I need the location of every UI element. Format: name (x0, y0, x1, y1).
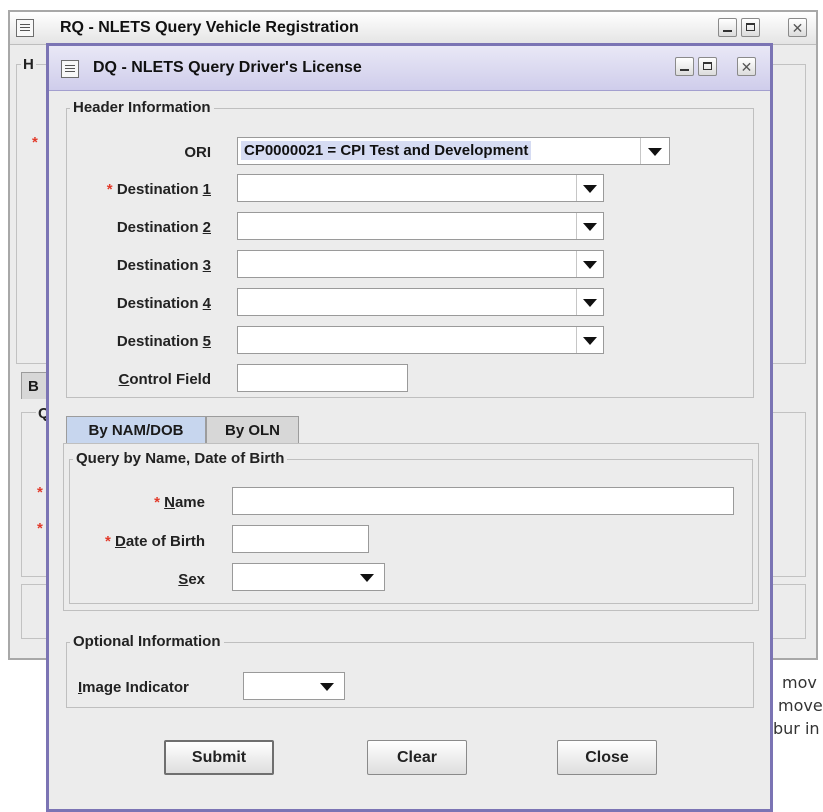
dialog-titlebar[interactable]: DQ - NLETS Query Driver's License ✕ (49, 46, 770, 91)
destination-3-key: 3 (202, 257, 211, 274)
destination-5-key: 5 (202, 333, 211, 350)
control-field-rest: ontrol Field (129, 371, 211, 388)
maximize-icon[interactable] (741, 18, 760, 37)
minimize-icon[interactable] (718, 18, 737, 37)
dropdown-arrow-icon[interactable] (648, 148, 662, 156)
required-marker: * (37, 484, 43, 501)
close-icon[interactable]: ✕ (788, 18, 807, 37)
background-text-2: move (778, 696, 823, 715)
combo-separator (640, 138, 641, 164)
destination-3-prefix: Destination (116, 257, 203, 274)
ori-label: ORI (184, 144, 211, 161)
background-text-1: mov (782, 673, 817, 692)
destination-5-label: Destination 5 (69, 333, 211, 350)
back-window-titlebar[interactable]: RQ - NLETS Query Vehicle Registration ✕ (10, 12, 816, 45)
clear-button[interactable]: Clear (367, 740, 467, 775)
name-input[interactable] (232, 487, 734, 515)
name-rest: ame (174, 494, 205, 511)
control-field-label: Control Field (69, 371, 211, 388)
destination-1-prefix: Destination (116, 181, 203, 198)
image-indicator-rest: mage Indicator (82, 679, 189, 696)
window-menu-icon[interactable] (61, 60, 79, 78)
required-marker: * (37, 520, 43, 537)
destination-2-key: 2 (202, 219, 211, 236)
name-key: N (164, 494, 175, 511)
destination-4-prefix: Destination (116, 295, 203, 312)
ori-selected-value: CP0000021 = CPI Test and Development (241, 141, 532, 160)
tab-by-nam-dob-label: By NAM/DOB (88, 421, 184, 439)
background-text-3: bur in (773, 719, 820, 738)
window-menu-icon[interactable] (16, 19, 34, 37)
destination-2-prefix: Destination (116, 219, 203, 236)
sex-key: S (178, 571, 189, 588)
minimize-icon[interactable] (675, 57, 694, 76)
tab-by-nam-dob[interactable]: By NAM/DOB (66, 416, 206, 443)
maximize-icon[interactable] (698, 57, 717, 76)
dropdown-arrow-icon[interactable] (583, 299, 597, 307)
destination-1-key: 1 (202, 181, 211, 198)
dropdown-arrow-icon[interactable] (583, 337, 597, 345)
dropdown-arrow-icon[interactable] (583, 261, 597, 269)
destination-5-prefix: Destination (116, 333, 203, 350)
required-marker: * (106, 181, 113, 198)
destination-2-select[interactable] (237, 212, 604, 240)
sex-select[interactable] (232, 563, 385, 591)
destination-1-label: * Destination 1 (69, 181, 211, 198)
combo-separator (576, 175, 577, 201)
dob-key: D (114, 533, 126, 550)
tab-by-oln[interactable]: By OLN (206, 416, 299, 443)
dialog-title: DQ - NLETS Query Driver's License (93, 59, 362, 76)
combo-separator (576, 327, 577, 353)
required-marker: * (32, 134, 38, 151)
combo-separator (576, 213, 577, 239)
header-information-label: Header Information (70, 99, 214, 116)
query-by-name-dob-label: Query by Name, Date of Birth (73, 450, 288, 467)
submit-button[interactable]: Submit (164, 740, 274, 775)
destination-2-label: Destination 2 (69, 219, 211, 236)
destination-3-select[interactable] (237, 250, 604, 278)
control-field-key: C (118, 371, 130, 388)
dob-rest: ate of Birth (125, 533, 205, 550)
drivers-license-query-dialog[interactable]: DQ - NLETS Query Driver's License ✕ Head… (46, 43, 773, 812)
close-button[interactable]: Close (557, 740, 657, 775)
optional-information-group (66, 642, 754, 708)
image-indicator-select[interactable] (243, 672, 345, 700)
destination-1-select[interactable] (237, 174, 604, 202)
combo-separator (576, 251, 577, 277)
sex-label: Sex (69, 571, 205, 588)
combo-separator (576, 289, 577, 315)
dropdown-arrow-icon[interactable] (320, 683, 334, 691)
required-marker: * (154, 494, 160, 511)
required-marker: * (104, 533, 111, 550)
back-header-group-label: H (21, 56, 36, 73)
date-of-birth-label: * Date of Birth (69, 533, 205, 550)
optional-information-label: Optional Information (70, 633, 224, 650)
dropdown-arrow-icon[interactable] (583, 185, 597, 193)
destination-4-label: Destination 4 (69, 295, 211, 312)
destination-4-key: 4 (202, 295, 211, 312)
tab-by-oln-label: By OLN (224, 421, 280, 439)
control-field-input[interactable] (237, 364, 408, 392)
back-tab-label: B (28, 377, 39, 395)
ori-select[interactable]: CP0000021 = CPI Test and Development (237, 137, 670, 165)
image-indicator-label: Image Indicator (78, 679, 189, 696)
destination-3-label: Destination 3 (69, 257, 211, 274)
sex-rest: ex (188, 571, 205, 588)
destination-4-select[interactable] (237, 288, 604, 316)
dropdown-arrow-icon[interactable] (583, 223, 597, 231)
date-of-birth-input[interactable] (232, 525, 369, 553)
back-window-title: RQ - NLETS Query Vehicle Registration (60, 19, 359, 36)
close-icon[interactable]: ✕ (737, 57, 756, 76)
name-label: * Name (69, 494, 205, 511)
destination-5-select[interactable] (237, 326, 604, 354)
dropdown-arrow-icon[interactable] (360, 574, 374, 582)
